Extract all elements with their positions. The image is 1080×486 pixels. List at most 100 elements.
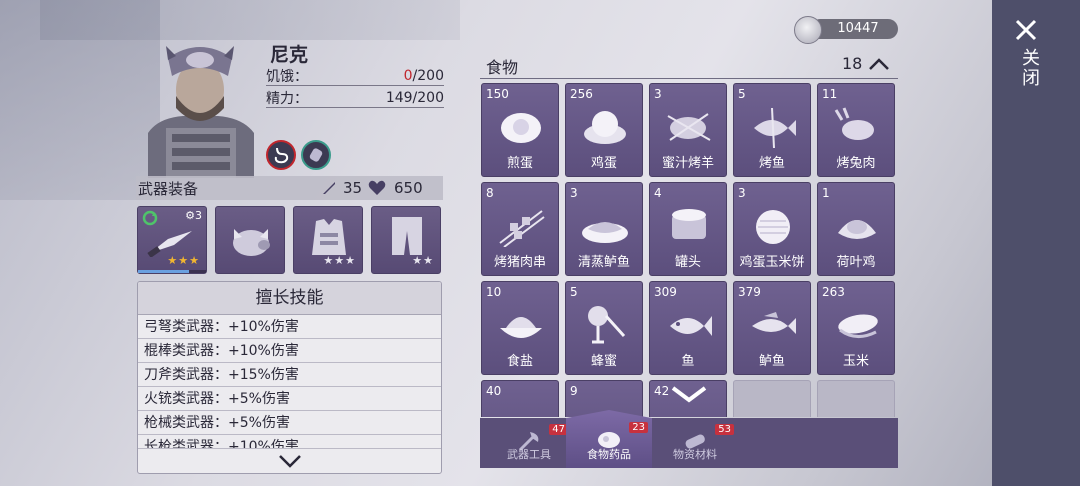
food-item[interactable]: 379 鲈鱼 — [733, 281, 811, 375]
item-label: 烤猪肉串 — [493, 255, 546, 270]
skills-panel: 擅长技能 弓弩类武器：+10%伤害 棍棒类武器：+10%伤害 刀斧类武器：+15… — [137, 281, 442, 474]
grilled-fish-icon — [754, 107, 796, 148]
food-item[interactable]: 3 鸡蛋玉米饼 — [733, 182, 811, 276]
item-quantity: 10 — [486, 285, 502, 299]
item-quantity: 1 — [822, 186, 830, 200]
item-label: 清蒸鲈鱼 — [577, 255, 630, 270]
food-item[interactable]: 263 玉米 — [817, 281, 895, 375]
food-grid: 150 煎蛋 256 鸡蛋 3 蜜汁烤羊 5 烤鱼 11 烤兔肉 8 烤猪肉串 3 清蒸鲈鱼 4 罐头 3 鸡蛋玉… — [480, 82, 900, 417]
item-label: 烤鱼 — [758, 156, 785, 171]
item-quantity: 256 — [570, 87, 593, 101]
food-count-value: 18 — [842, 54, 863, 73]
attack-value: 35 — [343, 179, 363, 197]
corn-icon — [838, 314, 878, 338]
pork-skewer-icon — [499, 210, 545, 247]
item-label: 荷叶鸡 — [836, 255, 876, 270]
item-quantity: 40 — [486, 384, 502, 398]
energy-value: 149/200 — [385, 89, 444, 106]
stomach-status-icon[interactable] — [266, 140, 296, 170]
food-item[interactable]: 1 荷叶鸡 — [817, 182, 895, 276]
currency-value: 10447 — [810, 19, 898, 39]
chevron-up-icon[interactable] — [868, 57, 890, 71]
skill-row: 刀斧类武器：+15%伤害 — [138, 363, 441, 387]
food-item[interactable]: 8 烤猪肉串 — [481, 182, 559, 276]
food-item[interactable]: 3 蜜汁烤羊 — [649, 83, 727, 177]
item-label: 蜜汁烤羊 — [661, 156, 714, 171]
food-item[interactable]: 309 鱼 — [649, 281, 727, 375]
weapon-slot[interactable]: ⚙3 ★★★ — [137, 206, 207, 274]
item-quantity: 150 — [486, 87, 509, 101]
item-quantity: 3 — [738, 186, 746, 200]
pants-slot[interactable]: ★★ — [371, 206, 441, 274]
tab-label: 武器工具 — [507, 448, 551, 461]
skill-row: 火铳类武器：+5%伤害 — [138, 387, 441, 411]
bandage-status-icon[interactable] — [301, 140, 331, 170]
coin-icon — [794, 16, 822, 44]
tab-weapons-tools[interactable]: 47 武器工具 — [486, 418, 572, 468]
empty-slot — [733, 380, 811, 417]
item-quantity: 379 — [738, 285, 761, 299]
food-item[interactable]: 40 — [481, 380, 559, 417]
food-count[interactable]: 18 — [842, 54, 890, 73]
empty-slot — [817, 380, 895, 417]
item-label: 玉米 — [842, 354, 869, 369]
item-quantity: 42 — [654, 384, 670, 398]
item-label: 蜂蜜 — [590, 354, 617, 369]
food-item[interactable]: 4 罐头 — [649, 182, 727, 276]
background-scenery-top — [40, 0, 460, 40]
currency-display: 10447 — [794, 16, 898, 44]
divider — [480, 78, 898, 79]
food-title: 食物 — [486, 58, 519, 77]
energy-label: 精力： — [266, 90, 308, 107]
item-quantity: 4 — [654, 186, 662, 200]
food-item[interactable]: 256 鸡蛋 — [565, 83, 643, 177]
food-item[interactable]: 3 清蒸鲈鱼 — [565, 182, 643, 276]
skills-title: 擅长技能 — [138, 282, 441, 315]
hunger-max: /200 — [412, 67, 444, 84]
tab-food-medicine[interactable]: 23 食物药品 — [566, 410, 652, 468]
armor-slot[interactable]: ★★★ — [293, 206, 363, 274]
item-quantity: 5 — [570, 285, 578, 299]
egg-icon — [584, 111, 626, 144]
helmet-slot[interactable] — [215, 206, 285, 274]
food-item[interactable]: 5 蜂蜜 — [565, 281, 643, 375]
armor-stars: ★★★ — [323, 254, 356, 267]
hunger-value: 0/200 — [404, 68, 444, 84]
item-quantity: 8 — [486, 186, 494, 200]
vest-icon — [312, 219, 346, 255]
roast-lamb-icon — [667, 113, 711, 141]
close-button-label[interactable]: 关闭 — [1012, 48, 1042, 88]
chevron-down-icon[interactable] — [278, 453, 302, 469]
health-value: 650 — [394, 179, 423, 197]
food-icon — [496, 401, 546, 417]
weapon-stars: ★★★ — [167, 254, 200, 267]
item-quantity: 3 — [654, 87, 662, 101]
item-quantity: 263 — [822, 285, 845, 299]
character-name: 尼克 — [270, 44, 309, 66]
can-icon — [672, 209, 706, 239]
skill-row: 棍棒类武器：+10%伤害 — [138, 339, 441, 363]
item-label: 煎蛋 — [506, 156, 533, 171]
item-quantity: 3 — [570, 186, 578, 200]
hunger-label: 饥饿： — [266, 68, 308, 85]
hunger-stat: 饥饿： 0/200 — [266, 66, 444, 86]
roast-rabbit-icon — [834, 107, 874, 140]
skill-row: 长枪类武器：+10%伤害 — [138, 435, 441, 449]
item-quantity: 9 — [570, 384, 578, 398]
item-label: 鲈鱼 — [758, 354, 785, 369]
item-label: 烤兔肉 — [836, 156, 876, 171]
category-tabs: 47 武器工具 23 食物药品 53 物资材料 — [480, 410, 898, 468]
heart-icon — [368, 180, 386, 195]
food-item[interactable]: 5 烤鱼 — [733, 83, 811, 177]
food-item[interactable]: 150 煎蛋 — [481, 83, 559, 177]
scroll-down-chevron-icon[interactable] — [669, 384, 709, 404]
health-stat: 650 — [368, 179, 423, 197]
honey-icon — [588, 306, 626, 344]
close-icon[interactable] — [1014, 18, 1038, 42]
tab-materials[interactable]: 53 物资材料 — [652, 418, 738, 468]
food-item[interactable]: 10 食盐 — [481, 281, 559, 375]
food-item[interactable]: 11 烤兔肉 — [817, 83, 895, 177]
corn-cake-icon — [756, 210, 790, 244]
item-label: 鸡蛋 — [590, 156, 617, 171]
item-quantity: 309 — [654, 285, 677, 299]
